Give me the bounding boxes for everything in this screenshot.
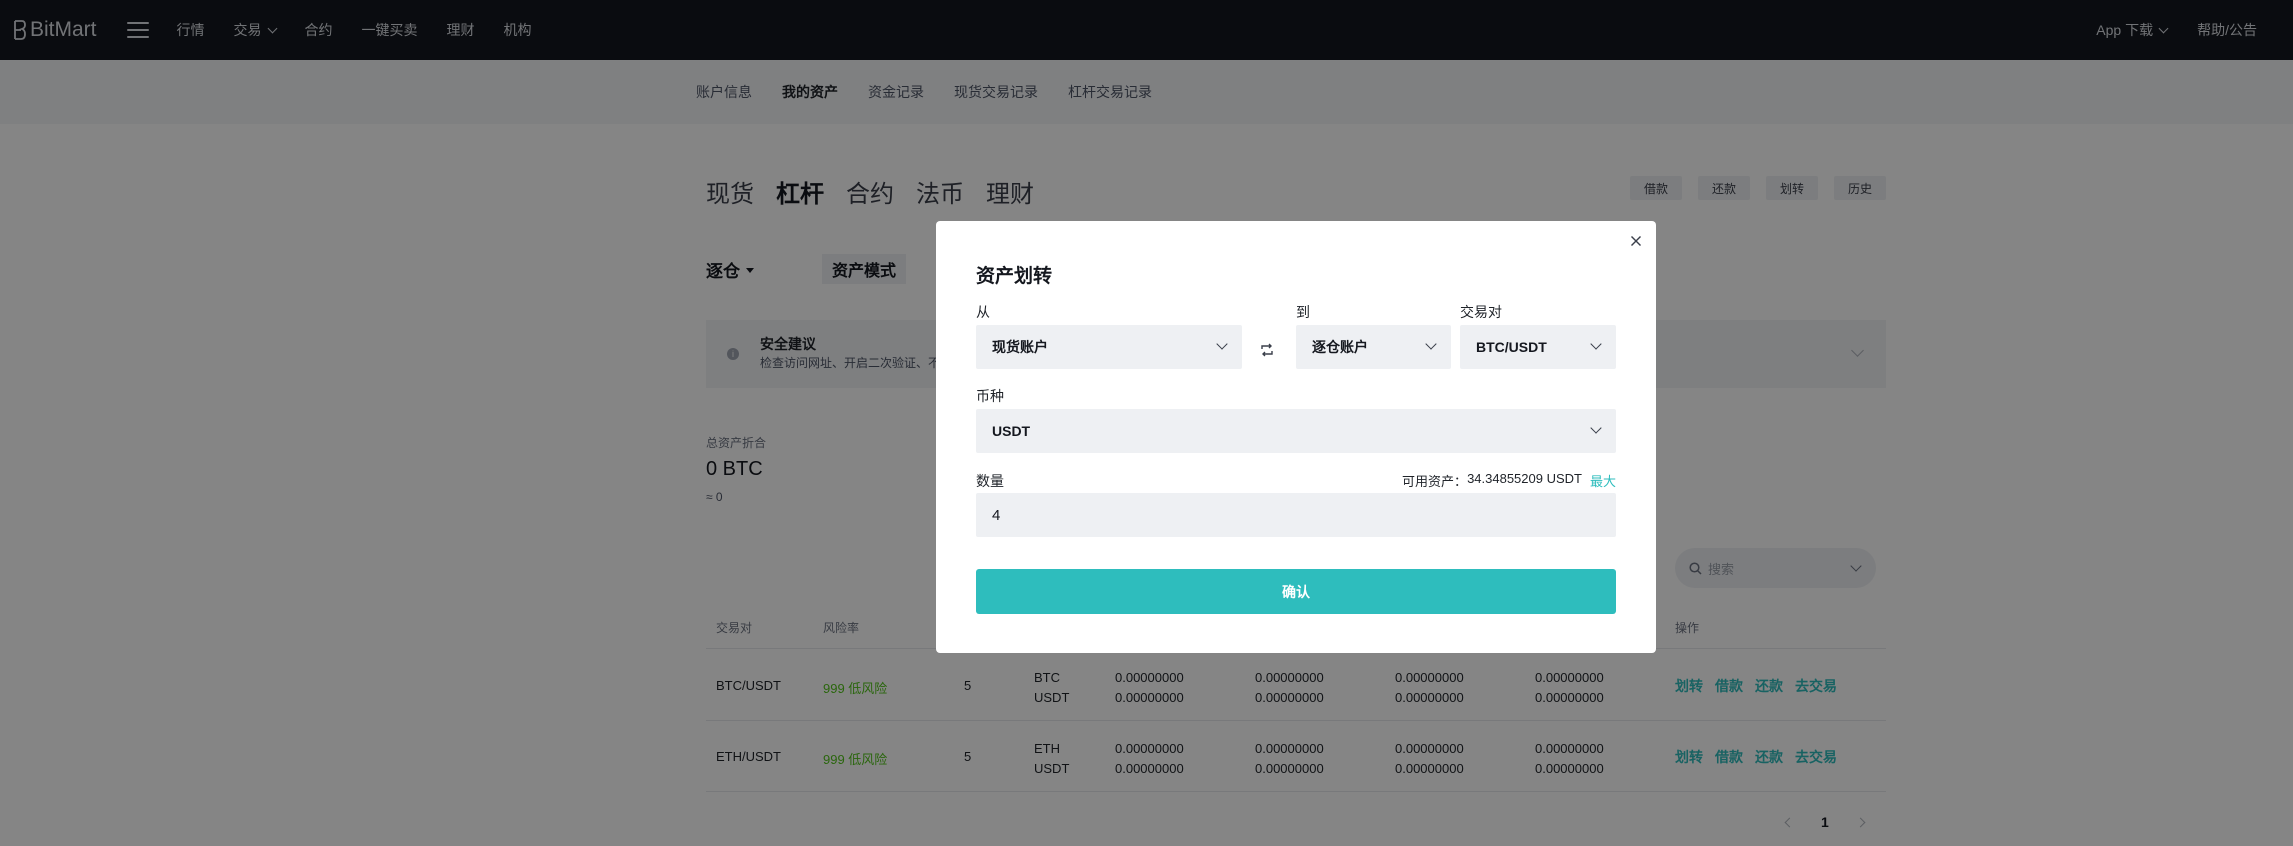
chevron-down-icon [1590, 338, 1602, 350]
chevron-down-icon [1216, 338, 1228, 350]
close-icon[interactable] [1628, 233, 1644, 249]
swap-icon[interactable] [1259, 342, 1275, 358]
to-account-select[interactable]: 逐仓账户 [1296, 325, 1451, 369]
quantity-input[interactable] [976, 493, 1616, 537]
trading-pair-value: BTC/USDT [1476, 339, 1547, 355]
chevron-down-icon [1425, 338, 1437, 350]
available-balance: 可用资产： 34.34855209 USDT 最大 [1402, 471, 1616, 490]
from-label: 从 [976, 304, 990, 320]
quantity-label: 数量 [976, 473, 1004, 489]
coin-label: 币种 [976, 388, 1004, 404]
asset-transfer-modal: 资产划转 从 现货账户 到 逐仓账户 交易对 BTC/USDT 币种 USDT … [936, 221, 1656, 653]
from-account-select[interactable]: 现货账户 [976, 325, 1242, 369]
max-button[interactable]: 最大 [1590, 471, 1616, 490]
trading-pair-select[interactable]: BTC/USDT [1460, 325, 1616, 369]
to-label: 到 [1296, 304, 1310, 320]
coin-select[interactable]: USDT [976, 409, 1616, 453]
coin-value: USDT [992, 423, 1031, 439]
available-label: 可用资产： [1402, 474, 1468, 489]
pair-label: 交易对 [1460, 304, 1502, 320]
confirm-button[interactable]: 确认 [976, 569, 1616, 614]
from-account-value: 现货账户 [992, 339, 1048, 355]
chevron-down-icon [1590, 422, 1602, 434]
modal-title: 资产划转 [976, 266, 1053, 287]
available-value: 34.34855209 USDT [1467, 471, 1582, 486]
to-account-value: 逐仓账户 [1312, 339, 1368, 355]
